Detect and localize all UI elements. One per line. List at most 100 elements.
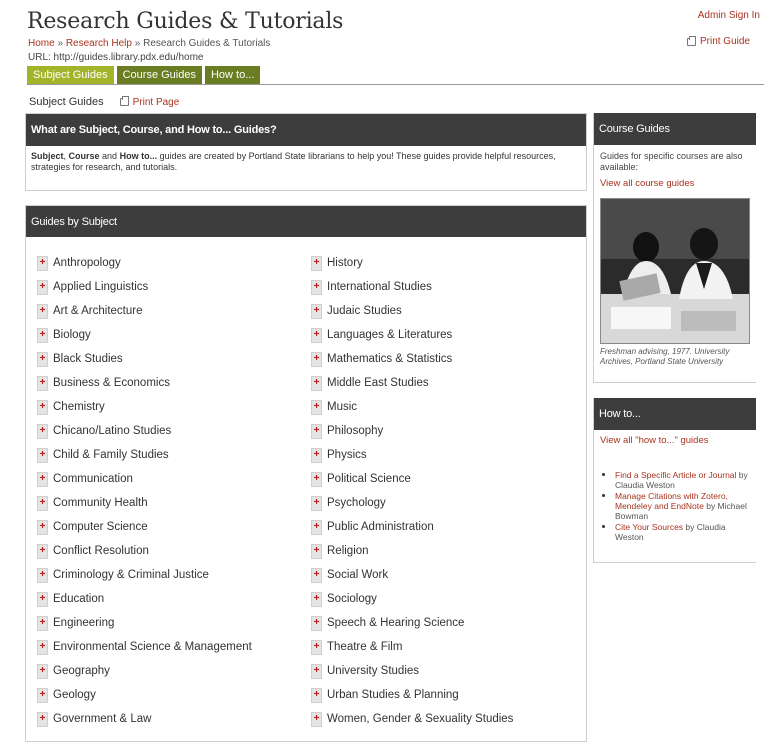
subject-guide-item[interactable]: + Education [37,587,252,611]
subject-guide-label[interactable]: Computer Science [53,521,148,533]
subject-guide-label[interactable]: Public Administration [327,521,434,533]
expand-plus-icon[interactable]: + [311,567,322,583]
view-all-course-guides-link[interactable]: View all course guides [594,173,756,189]
subject-guide-label[interactable]: Criminology & Criminal Justice [53,569,209,581]
subject-guide-label[interactable]: Conflict Resolution [53,545,149,557]
subject-guide-item[interactable]: + Art & Architecture [37,299,252,323]
expand-plus-icon[interactable]: + [37,423,48,439]
subject-guide-label[interactable]: Political Science [327,473,411,485]
expand-plus-icon[interactable]: + [311,519,322,535]
subject-guide-item[interactable]: + Criminology & Criminal Justice [37,563,252,587]
subject-guide-item[interactable]: + Mathematics & Statistics [311,347,513,371]
expand-plus-icon[interactable]: + [37,279,48,295]
expand-plus-icon[interactable]: + [311,375,322,391]
subject-guide-label[interactable]: Social Work [327,569,388,581]
subject-guide-label[interactable]: Engineering [53,617,114,629]
subject-guide-item[interactable]: + Urban Studies & Planning [311,683,513,707]
subject-guide-item[interactable]: + Biology [37,323,252,347]
subject-guide-item[interactable]: + Child & Family Studies [37,443,252,467]
expand-plus-icon[interactable]: + [37,711,48,727]
expand-plus-icon[interactable]: + [311,639,322,655]
expand-plus-icon[interactable]: + [311,399,322,415]
subject-guide-item[interactable]: + Languages & Literatures [311,323,513,347]
print-guide-button[interactable]: Print Guide [686,35,750,47]
subject-guide-item[interactable]: + Women, Gender & Sexuality Studies [311,707,513,731]
expand-plus-icon[interactable]: + [311,687,322,703]
subject-guide-item[interactable]: + Geography [37,659,252,683]
expand-plus-icon[interactable]: + [311,471,322,487]
subject-guide-label[interactable]: Art & Architecture [53,305,142,317]
expand-plus-icon[interactable]: + [311,423,322,439]
subject-guide-item[interactable]: + International Studies [311,275,513,299]
subject-guide-label[interactable]: Black Studies [53,353,123,365]
subject-guide-label[interactable]: Mathematics & Statistics [327,353,452,365]
subject-guide-label[interactable]: Applied Linguistics [53,281,148,293]
tab-how-to[interactable]: How to... [204,66,261,84]
expand-plus-icon[interactable]: + [37,615,48,631]
subject-guide-label[interactable]: Anthropology [53,257,121,269]
breadcrumb-home-link[interactable]: Home [28,38,55,49]
tab-course-guides[interactable]: Course Guides [116,66,202,84]
subject-guide-label[interactable]: Urban Studies & Planning [327,689,459,701]
expand-plus-icon[interactable]: + [37,639,48,655]
subject-guide-item[interactable]: + Philosophy [311,419,513,443]
subject-guide-label[interactable]: Geography [53,665,110,677]
subject-guide-item[interactable]: + Judaic Studies [311,299,513,323]
subject-guide-item[interactable]: + Physics [311,443,513,467]
subject-guide-item[interactable]: + Social Work [311,563,513,587]
subject-guide-label[interactable]: Philosophy [327,425,383,437]
subject-guide-item[interactable]: + History [311,251,513,275]
subject-guide-label[interactable]: Business & Economics [53,377,170,389]
expand-plus-icon[interactable]: + [37,567,48,583]
expand-plus-icon[interactable]: + [37,375,48,391]
expand-plus-icon[interactable]: + [311,351,322,367]
subject-guide-item[interactable]: + Environmental Science & Management [37,635,252,659]
expand-plus-icon[interactable]: + [37,543,48,559]
subject-guide-label[interactable]: Chicano/Latino Studies [53,425,171,437]
subject-guide-label[interactable]: Psychology [327,497,386,509]
expand-plus-icon[interactable]: + [37,447,48,463]
subject-guide-item[interactable]: + Middle East Studies [311,371,513,395]
print-page-button[interactable]: Print Page [119,96,179,108]
breadcrumb-research-help-link[interactable]: Research Help [66,38,132,49]
expand-plus-icon[interactable]: + [37,471,48,487]
subject-guide-label[interactable]: Biology [53,329,91,341]
subject-guide-item[interactable]: + Anthropology [37,251,252,275]
subject-guide-label[interactable]: Middle East Studies [327,377,429,389]
subject-guide-label[interactable]: International Studies [327,281,432,293]
subject-guide-label[interactable]: Government & Law [53,713,151,725]
subject-guide-item[interactable]: + Sociology [311,587,513,611]
expand-plus-icon[interactable]: + [37,399,48,415]
expand-plus-icon[interactable]: + [37,495,48,511]
subject-guide-item[interactable]: + Music [311,395,513,419]
subject-guide-label[interactable]: Communication [53,473,133,485]
subject-guide-item[interactable]: + Applied Linguistics [37,275,252,299]
subject-guide-label[interactable]: Judaic Studies [327,305,402,317]
subject-guide-item[interactable]: + Theatre & Film [311,635,513,659]
subject-guide-label[interactable]: Community Health [53,497,148,509]
expand-plus-icon[interactable]: + [37,303,48,319]
subject-guide-label[interactable]: Sociology [327,593,377,605]
expand-plus-icon[interactable]: + [311,495,322,511]
subject-guide-item[interactable]: + Communication [37,467,252,491]
howto-link[interactable]: Find a Specific Article or Journal [615,470,736,480]
subject-guide-item[interactable]: + Conflict Resolution [37,539,252,563]
subject-guide-label[interactable]: Speech & Hearing Science [327,617,464,629]
expand-plus-icon[interactable]: + [311,615,322,631]
subject-guide-label[interactable]: History [327,257,363,269]
subject-guide-item[interactable]: + Black Studies [37,347,252,371]
subject-guide-item[interactable]: + Chemistry [37,395,252,419]
subject-guide-label[interactable]: Religion [327,545,369,557]
expand-plus-icon[interactable]: + [311,591,322,607]
subject-guide-item[interactable]: + University Studies [311,659,513,683]
subject-guide-item[interactable]: + Religion [311,539,513,563]
subject-guide-item[interactable]: + Government & Law [37,707,252,731]
subject-guide-item[interactable]: + Community Health [37,491,252,515]
expand-plus-icon[interactable]: + [37,255,48,271]
expand-plus-icon[interactable]: + [311,255,322,271]
subject-guide-label[interactable]: Languages & Literatures [327,329,452,341]
expand-plus-icon[interactable]: + [311,303,322,319]
subject-guide-item[interactable]: + Engineering [37,611,252,635]
expand-plus-icon[interactable]: + [37,327,48,343]
subject-guide-label[interactable]: Theatre & Film [327,641,402,653]
